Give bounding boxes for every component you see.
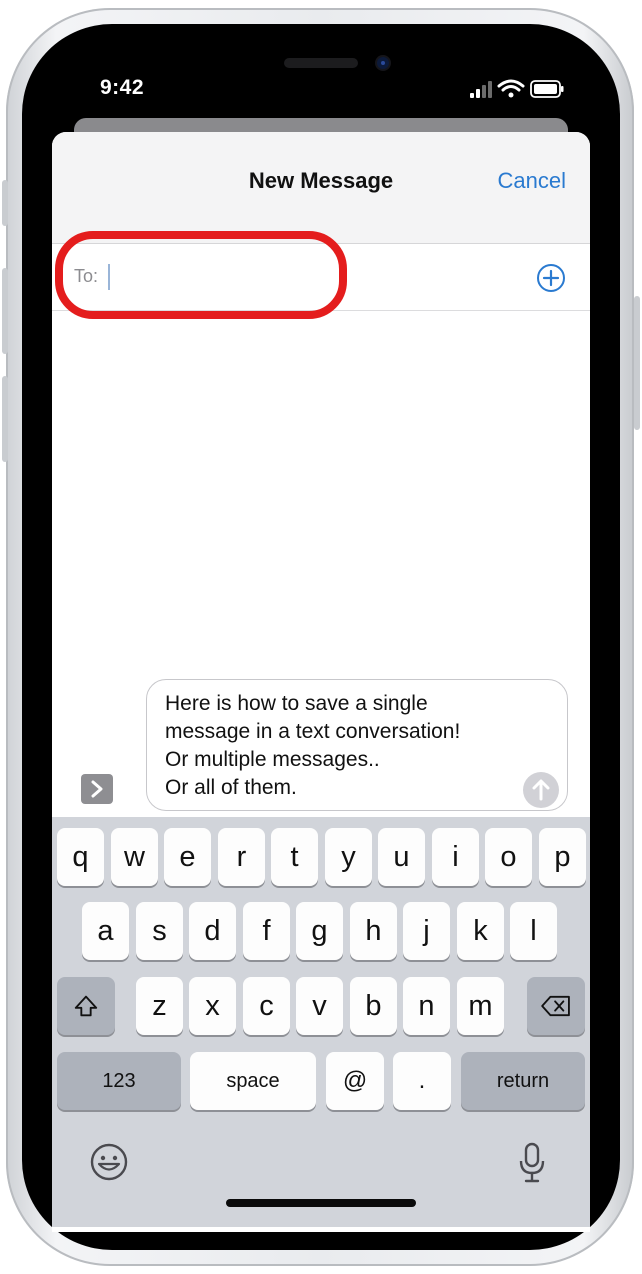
key-y[interactable]: y [325, 828, 372, 886]
key-v[interactable]: v [296, 977, 343, 1035]
key-x[interactable]: x [189, 977, 236, 1035]
power-button [634, 296, 640, 430]
earpiece-speaker [284, 58, 358, 68]
key-b[interactable]: b [350, 977, 397, 1035]
key-i[interactable]: i [432, 828, 479, 886]
key-q[interactable]: q [57, 828, 104, 886]
microphone-icon[interactable] [517, 1141, 547, 1185]
keyboard: q w e r t y u i o p a s d f g h j k l z … [52, 817, 590, 1227]
delete-key[interactable] [527, 977, 585, 1035]
action-button [2, 180, 8, 226]
shift-icon [74, 995, 98, 1017]
key-c[interactable]: c [243, 977, 290, 1035]
plus-circle-icon[interactable] [536, 263, 566, 293]
key-l[interactable]: l [510, 902, 557, 960]
chevron-right-icon [91, 780, 103, 798]
delete-icon [541, 995, 570, 1017]
navigation-bar: New Message Cancel [52, 132, 590, 244]
return-key[interactable]: return [461, 1052, 585, 1110]
key-o[interactable]: o [485, 828, 532, 886]
key-w[interactable]: w [111, 828, 158, 886]
numbers-key[interactable]: 123 [57, 1052, 181, 1110]
front-camera [377, 57, 389, 69]
key-p[interactable]: p [539, 828, 586, 886]
wifi-icon [497, 79, 525, 98]
key-m[interactable]: m [457, 977, 504, 1035]
status-time: 9:42 [100, 76, 145, 99]
key-u[interactable]: u [378, 828, 425, 886]
key-n[interactable]: n [403, 977, 450, 1035]
period-key[interactable]: . [393, 1052, 451, 1110]
emoji-icon[interactable] [89, 1142, 129, 1182]
at-key[interactable]: @ [326, 1052, 384, 1110]
cancel-button[interactable]: Cancel [498, 168, 566, 194]
send-button[interactable] [523, 772, 559, 808]
recipient-highlight-annotation [55, 231, 347, 319]
status-icons [470, 79, 564, 98]
arrow-up-icon [532, 779, 550, 801]
cellular-signal-icon [470, 81, 492, 98]
key-f[interactable]: f [243, 902, 290, 960]
key-k[interactable]: k [457, 902, 504, 960]
key-g[interactable]: g [296, 902, 343, 960]
key-h[interactable]: h [350, 902, 397, 960]
message-text: Here is how to save a single message in … [165, 692, 461, 799]
home-indicator[interactable] [226, 1199, 416, 1207]
key-e[interactable]: e [164, 828, 211, 886]
shift-key[interactable] [57, 977, 115, 1035]
key-s[interactable]: s [136, 902, 183, 960]
key-t[interactable]: t [271, 828, 318, 886]
key-d[interactable]: d [189, 902, 236, 960]
volume-down-button [2, 376, 8, 462]
space-key[interactable]: space [190, 1052, 316, 1110]
battery-icon [530, 80, 564, 98]
key-j[interactable]: j [403, 902, 450, 960]
key-a[interactable]: a [82, 902, 129, 960]
message-compose-field[interactable]: Here is how to save a single message in … [146, 679, 568, 811]
key-r[interactable]: r [218, 828, 265, 886]
key-z[interactable]: z [136, 977, 183, 1035]
apps-button[interactable] [81, 774, 113, 804]
volume-up-button [2, 268, 8, 354]
